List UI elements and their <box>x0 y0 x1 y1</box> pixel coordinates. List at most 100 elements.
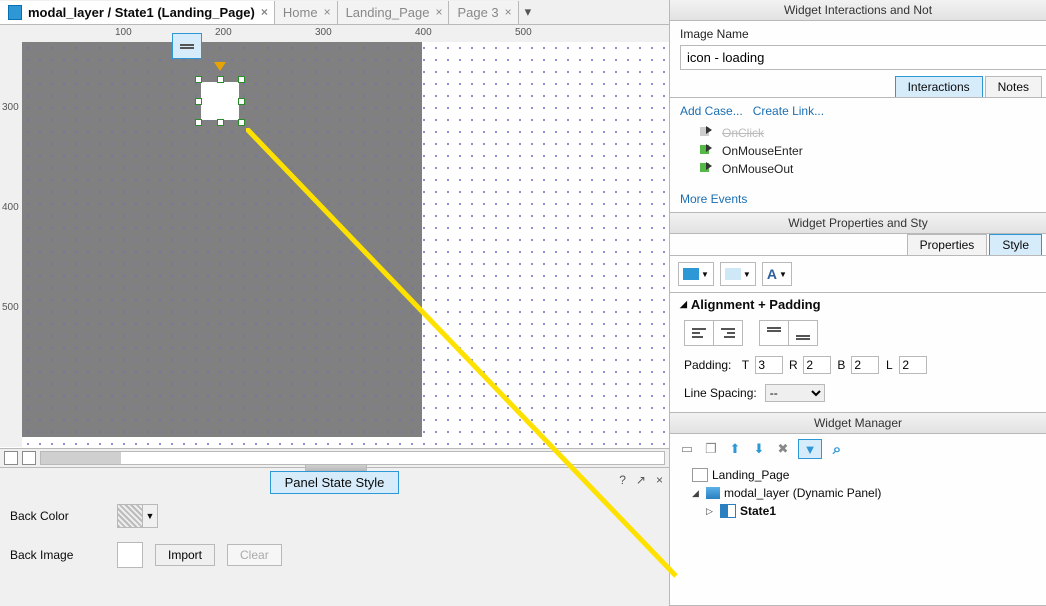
resize-handle[interactable] <box>217 76 224 83</box>
pane-title: Panel State Style <box>270 471 400 494</box>
wm-copy-icon[interactable]: ❐ <box>702 441 720 457</box>
tab-style[interactable]: Style <box>989 234 1042 255</box>
align-bottom-button[interactable] <box>789 321 817 345</box>
create-link-link[interactable]: Create Link... <box>753 104 824 118</box>
expand-icon[interactable]: ↗ <box>636 473 646 487</box>
tab-page-3[interactable]: Page 3 × <box>449 1 518 24</box>
resize-handle[interactable] <box>238 76 245 83</box>
padding-top-input[interactable] <box>755 356 783 374</box>
wm-up-icon[interactable]: ⬆ <box>726 441 744 457</box>
close-icon[interactable]: × <box>261 6 268 18</box>
add-case-link[interactable]: Add Case... <box>680 104 743 118</box>
event-icon <box>700 145 716 157</box>
twisty-icon: ▷ <box>706 506 716 517</box>
wm-filter-icon[interactable]: ▼ <box>798 439 822 459</box>
canvas-area: modal_layer / State1 (Landing_Page) × Ho… <box>0 0 669 467</box>
tab-notes[interactable]: Notes <box>985 76 1042 97</box>
ruler-tick: 400 <box>415 27 432 38</box>
line-spacing-label: Line Spacing: <box>684 386 757 400</box>
tab-interactions[interactable]: Interactions <box>895 76 983 97</box>
tab-home[interactable]: Home × <box>275 1 338 24</box>
document-tabbar: modal_layer / State1 (Landing_Page) × Ho… <box>0 0 669 25</box>
padding-left-input[interactable] <box>899 356 927 374</box>
event-onmouseout[interactable]: OnMouseOut <box>700 160 1036 178</box>
ruler-tick: 500 <box>2 302 19 313</box>
scroll-corner-icon <box>4 451 18 465</box>
event-icon <box>700 163 716 175</box>
tree-node-state[interactable]: ▷ State1 <box>678 502 1038 520</box>
tree-node-panel[interactable]: ◢ modal_layer (Dynamic Panel) <box>678 484 1038 502</box>
event-onclick[interactable]: OnClick <box>700 124 1036 142</box>
pane-grip-icon[interactable] <box>305 464 367 471</box>
scroll-corner-icon <box>22 451 36 465</box>
interactions-pane: Widget Interactions and Not Image Name I… <box>670 0 1046 213</box>
close-icon[interactable]: × <box>656 473 663 487</box>
resize-handle[interactable] <box>195 98 202 105</box>
back-color-swatch[interactable] <box>117 504 143 528</box>
font-color-button[interactable]: A▼ <box>762 262 792 286</box>
resize-handle[interactable] <box>195 119 202 126</box>
align-top-button[interactable] <box>760 321 789 345</box>
tab-label: modal_layer / State1 (Landing_Page) <box>28 5 255 20</box>
tab-modal-layer-state1[interactable]: modal_layer / State1 (Landing_Page) × <box>0 1 275 24</box>
twisty-icon: ◢ <box>680 299 687 310</box>
close-icon[interactable]: × <box>324 6 331 18</box>
ruler-tick: 200 <box>215 27 232 38</box>
wm-down-icon[interactable]: ⬇ <box>750 441 768 457</box>
tab-properties[interactable]: Properties <box>907 234 988 255</box>
ruler-tick: 500 <box>515 27 532 38</box>
state-icon <box>720 504 736 518</box>
fill-gradient-button[interactable]: ▼ <box>720 262 756 286</box>
tree-node-page[interactable]: Landing_Page <box>678 466 1038 484</box>
image-name-label: Image Name <box>670 21 1046 43</box>
tab-label: Landing_Page <box>346 5 430 20</box>
widget-tree: Landing_Page ◢ modal_layer (Dynamic Pane… <box>670 464 1046 528</box>
help-icon[interactable]: ? <box>619 473 626 487</box>
widget-manager-pane: Widget Manager ▭ ❐ ⬆ ⬇ ✖ ▼ ⌕ Landing_Pag… <box>670 413 1046 606</box>
back-color-label: Back Color <box>10 509 105 523</box>
tab-label: Home <box>283 5 318 20</box>
event-onmouseenter[interactable]: OnMouseEnter <box>700 142 1036 160</box>
scrollbar-track[interactable] <box>40 451 665 465</box>
padding-right-input[interactable] <box>803 356 831 374</box>
widget-manager-toolbar: ▭ ❐ ⬆ ⬇ ✖ ▼ ⌕ <box>670 434 1046 464</box>
close-icon[interactable]: × <box>505 6 512 18</box>
design-canvas[interactable] <box>22 42 669 447</box>
selected-widget[interactable] <box>195 76 245 126</box>
more-events-link[interactable]: More Events <box>680 192 747 206</box>
properties-pane: Widget Properties and Sty Properties Sty… <box>670 213 1046 413</box>
align-right-button[interactable] <box>714 321 742 345</box>
align-middle-button[interactable] <box>172 33 202 59</box>
resize-handle[interactable] <box>238 119 245 126</box>
clear-button[interactable]: Clear <box>227 544 282 566</box>
line-spacing-select[interactable]: -- <box>765 384 825 402</box>
resize-handle[interactable] <box>217 119 224 126</box>
dropdown-arrow-icon[interactable]: ▼ <box>143 504 158 528</box>
resize-handle[interactable] <box>238 98 245 105</box>
tab-landing-page[interactable]: Landing_Page × <box>338 1 450 24</box>
resize-handle[interactable] <box>195 76 202 83</box>
close-icon[interactable]: × <box>435 6 442 18</box>
dynamic-panel-icon <box>706 487 720 499</box>
v-align-group <box>759 320 818 346</box>
ruler-tick: 300 <box>2 102 19 113</box>
page-icon <box>692 468 708 482</box>
wm-delete-icon[interactable]: ✖ <box>774 441 792 457</box>
fill-color-button[interactable]: ▼ <box>678 262 714 286</box>
ruler-tick: 100 <box>115 27 132 38</box>
alignment-section-header[interactable]: ◢Alignment + Padding <box>670 293 1046 316</box>
panel-state-rect[interactable] <box>22 42 422 437</box>
pane-header: Widget Properties and Sty <box>670 213 1046 234</box>
align-left-button[interactable] <box>685 321 714 345</box>
tab-overflow-icon[interactable]: ▾ <box>519 4 538 20</box>
import-button[interactable]: Import <box>155 544 215 566</box>
padding-label: Padding: <box>684 358 731 372</box>
rotate-handle-icon[interactable] <box>214 62 226 71</box>
wm-new-icon[interactable]: ▭ <box>678 441 696 457</box>
pane-header: Widget Manager <box>670 413 1046 434</box>
scrollbar-thumb[interactable] <box>41 452 121 464</box>
image-name-input[interactable] <box>680 45 1046 70</box>
back-image-swatch[interactable] <box>117 542 143 568</box>
padding-bottom-input[interactable] <box>851 356 879 374</box>
wm-search-icon[interactable]: ⌕ <box>828 441 846 457</box>
